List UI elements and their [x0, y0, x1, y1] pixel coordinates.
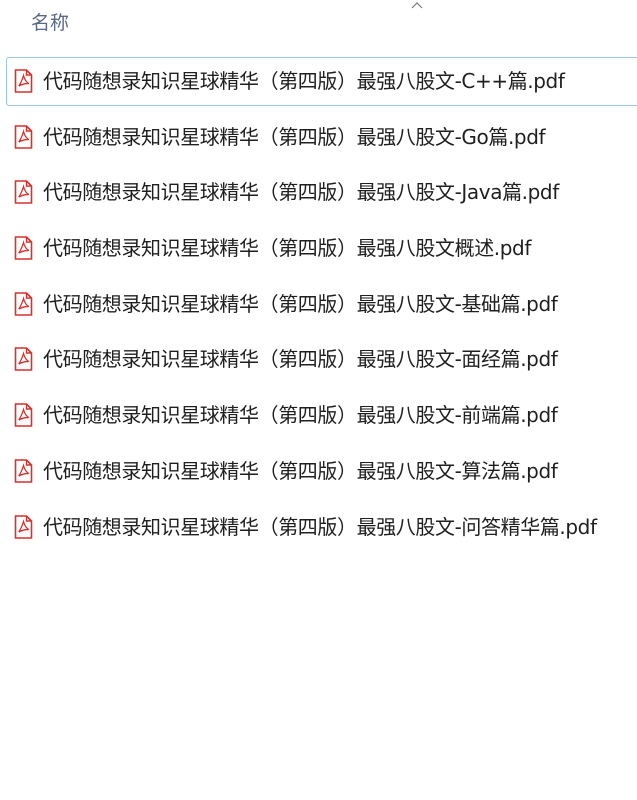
file-row[interactable]: 代码随想录知识星球精华（第四版）最强八股文概述.pdf — [0, 221, 637, 277]
file-row[interactable]: 代码随想录知识星球精华（第四版）最强八股文-面经篇.pdf — [0, 332, 637, 388]
file-name: 代码随想录知识星球精华（第四版）最强八股文-算法篇.pdf — [43, 458, 558, 483]
file-row[interactable]: 代码随想录知识星球精华（第四版）最强八股文-Java篇.pdf — [0, 165, 637, 221]
column-header: 名称 — [0, 0, 637, 44]
file-name: 代码随想录知识星球精华（第四版）最强八股文概述.pdf — [43, 236, 531, 261]
file-name: 代码随想录知识星球精华（第四版）最强八股文-问答精华篇.pdf — [43, 514, 597, 539]
chevron-up-icon[interactable] — [410, 0, 424, 10]
file-name: 代码随想录知识星球精华（第四版）最强八股文-基础篇.pdf — [43, 291, 558, 316]
file-name: 代码随想录知识星球精华（第四版）最强八股文-面经篇.pdf — [43, 347, 558, 372]
pdf-file-icon — [14, 124, 33, 149]
name-column-header[interactable]: 名称 — [31, 11, 69, 35]
file-row[interactable]: 代码随想录知识星球精华（第四版）最强八股文-算法篇.pdf — [0, 444, 637, 500]
pdf-file-icon — [14, 236, 33, 260]
file-row[interactable]: 代码随想录知识星球精华（第四版）最强八股文-问答精华篇.pdf — [0, 500, 637, 556]
pdf-file-icon — [14, 180, 33, 205]
file-name: 代码随想录知识星球精华（第四版）最强八股文-前端篇.pdf — [43, 403, 558, 428]
file-row[interactable]: 代码随想录知识星球精华（第四版）最强八股文-Go篇.pdf — [0, 110, 637, 166]
pdf-file-icon — [14, 403, 33, 427]
file-list: 代码随想录知识星球精华（第四版）最强八股文-C++篇.pdf 代码随想录知识星球… — [0, 54, 637, 555]
file-name: 代码随想录知识星球精华（第四版）最强八股文-C++篇.pdf — [43, 69, 565, 93]
file-row[interactable]: 代码随想录知识星球精华（第四版）最强八股文-前端篇.pdf — [0, 388, 637, 444]
file-row[interactable]: 代码随想录知识星球精华（第四版）最强八股文-基础篇.pdf — [0, 277, 637, 333]
pdf-file-icon — [14, 347, 33, 372]
pdf-file-icon — [14, 514, 33, 539]
pdf-file-icon — [14, 291, 33, 316]
pdf-file-icon — [14, 69, 33, 93]
file-name: 代码随想录知识星球精华（第四版）最强八股文-Go篇.pdf — [43, 124, 546, 149]
pdf-file-icon — [14, 459, 33, 483]
file-row[interactable]: 代码随想录知识星球精华（第四版）最强八股文-C++篇.pdf — [0, 54, 637, 110]
file-name: 代码随想录知识星球精华（第四版）最强八股文-Java篇.pdf — [43, 180, 559, 205]
